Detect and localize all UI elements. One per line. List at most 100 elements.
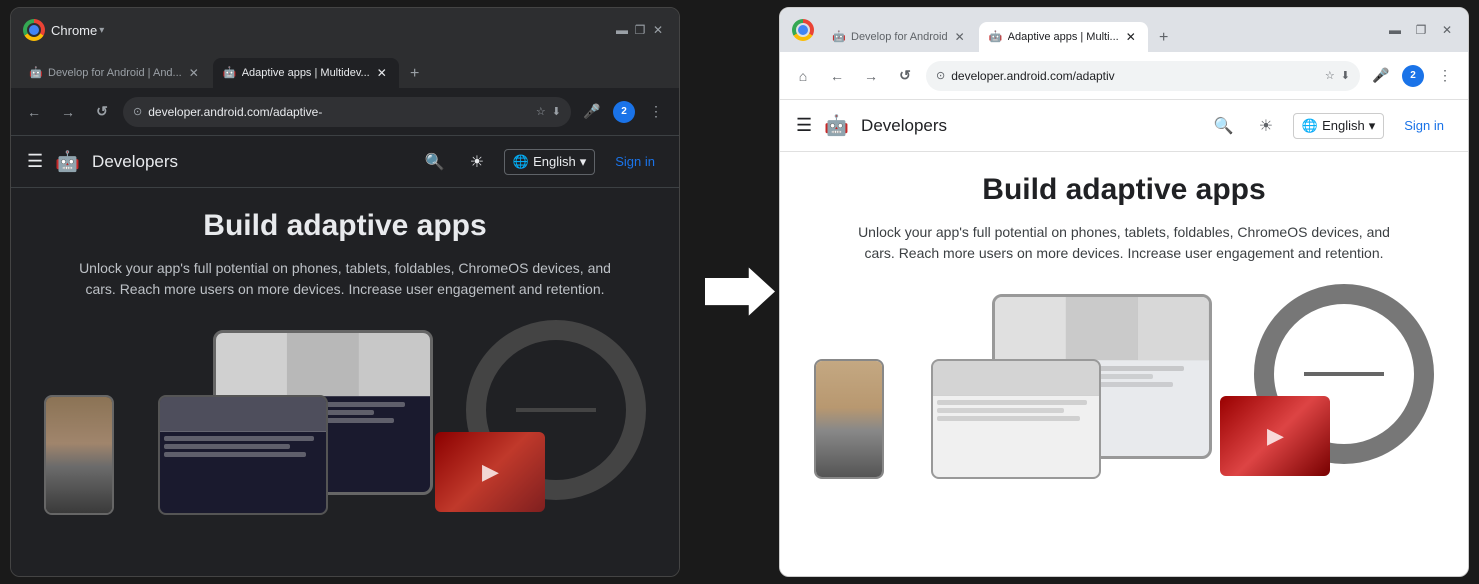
left-browser-window: Chrome ▾ ▬ ❐ ✕ 🤖 Develop for Android | A… [10, 7, 680, 577]
left-tab-develop[interactable]: 🤖 Develop for Android | And... ✕ [19, 58, 211, 88]
right-hamburger-icon[interactable]: ☰ [796, 115, 812, 136]
left-device-area: ▶ [11, 320, 679, 520]
reload-button[interactable]: ↺ [89, 99, 115, 125]
left-device-mockup: ▶ [11, 320, 679, 520]
left-lang-dropdown-icon: ▾ [580, 154, 587, 170]
right-tablet-sec-screen [933, 361, 1099, 477]
bookmark-icon[interactable]: ☆ [536, 105, 546, 118]
right-address-bar: ⌂ ← → ↺ ⊙ developer.android.com/adaptiv … [780, 52, 1468, 100]
right-cell-1 [995, 297, 1066, 360]
right-close-develop[interactable]: ✕ [953, 30, 967, 44]
left-cell-1 [216, 333, 287, 396]
menu-button[interactable]: ⋮ [643, 99, 669, 125]
left-hero-section: Build adaptive apps Unlock your app's fu… [11, 188, 679, 310]
left-search-button[interactable]: 🔍 [420, 147, 450, 177]
arrow-svg [705, 264, 775, 319]
left-video-card: ▶ [435, 432, 545, 512]
right-device-area: ▶ [780, 284, 1468, 484]
right-lock-icon: ⊙ [936, 69, 945, 82]
back-button[interactable]: ← [21, 99, 47, 125]
right-home-button[interactable]: ⌂ [790, 63, 816, 89]
tab-close-adaptive[interactable]: ✕ [375, 66, 389, 80]
left-sec-line-1 [164, 436, 314, 441]
left-sign-in-button[interactable]: Sign in [607, 150, 663, 173]
left-tab-adaptive[interactable]: 🤖 Adaptive apps | Multidev... ✕ [213, 58, 399, 88]
right-url-text: developer.android.com/adaptiv [951, 69, 1319, 83]
left-sec-line-3 [164, 452, 306, 457]
right-mic-button[interactable]: 🎤 [1368, 63, 1394, 89]
left-phone-small [44, 395, 114, 515]
right-theme-toggle[interactable]: ☀ [1251, 111, 1281, 141]
right-download-icon[interactable]: ⬇ [1341, 69, 1350, 82]
tab-title-develop: Develop for Android | And... [48, 67, 182, 79]
right-url-bar[interactable]: ⊙ developer.android.com/adaptiv ☆ ⬇ [926, 61, 1360, 91]
left-android-icon: 🤖 [55, 149, 80, 174]
left-site-content: ☰ 🤖 Developers 🔍 ☀ 🌐 English ▾ Sign in B… [11, 136, 679, 576]
right-tab-adaptive[interactable]: 🤖 Adaptive apps | Multi... ✕ [979, 22, 1148, 52]
left-cell-3 [359, 333, 430, 396]
close-button[interactable]: ✕ [649, 21, 667, 39]
right-title-develop: Develop for Android [851, 31, 948, 43]
minimize-button[interactable]: ▬ [613, 21, 631, 39]
right-forward-button[interactable]: → [858, 63, 884, 89]
right-site-nav: ☰ 🤖 Developers 🔍 ☀ 🌐 English ▾ Sign in [780, 100, 1468, 152]
right-hero-title: Build adaptive apps [810, 172, 1438, 208]
add-tab-button[interactable]: + [401, 60, 429, 88]
right-tablet-sec-bottom [933, 396, 1099, 477]
right-menu-button[interactable]: ⋮ [1432, 63, 1458, 89]
right-play-icon: ▶ [1220, 396, 1330, 476]
right-title-bar: 🤖 Develop for Android ✕ 🤖 Adaptive apps … [780, 8, 1468, 52]
right-sec-line-1 [937, 400, 1087, 405]
right-chrome-logo-icon [792, 19, 814, 41]
left-tab-bar: 🤖 Develop for Android | And... ✕ 🤖 Adapt… [11, 52, 679, 88]
main-container: Chrome ▾ ▬ ❐ ✕ 🤖 Develop for Android | A… [0, 0, 1479, 584]
right-phone-small [814, 359, 884, 479]
left-tablet-row [216, 333, 430, 397]
left-tablet-secondary [158, 395, 328, 515]
right-site-content: ☰ 🤖 Developers 🔍 ☀ 🌐 English ▾ Sign in B… [780, 100, 1468, 576]
right-sign-in-button[interactable]: Sign in [1396, 114, 1452, 137]
left-phone-screen [46, 397, 112, 513]
right-lang-dropdown-icon: ▾ [1369, 118, 1376, 134]
download-icon[interactable]: ⬇ [552, 105, 561, 118]
left-tablet-sec-screen [160, 397, 326, 513]
tab-close-develop[interactable]: ✕ [187, 66, 201, 80]
left-dropdown-icon[interactable]: ▾ [99, 25, 104, 36]
left-hamburger-icon[interactable]: ☰ [27, 151, 43, 172]
left-address-bar: ← → ↺ ⊙ developer.android.com/adaptive- … [11, 88, 679, 136]
left-lang-button[interactable]: 🌐 English ▾ [504, 149, 595, 175]
right-tab-develop[interactable]: 🤖 Develop for Android ✕ [822, 22, 977, 52]
tab-favicon-adaptive: 🤖 [223, 66, 237, 80]
right-add-tab-button[interactable]: + [1150, 24, 1178, 52]
maximize-button[interactable]: ❐ [631, 21, 649, 39]
right-close-button[interactable]: ✕ [1438, 21, 1456, 39]
mic-button[interactable]: 🎤 [579, 99, 605, 125]
right-minimize-button[interactable]: ▬ [1386, 21, 1404, 39]
left-sec-line-2 [164, 444, 290, 449]
right-lang-button[interactable]: 🌐 English ▾ [1293, 113, 1384, 139]
left-title-bar: Chrome ▾ ▬ ❐ ✕ [11, 8, 679, 52]
left-hero-title: Build adaptive apps [41, 208, 649, 244]
url-bar[interactable]: ⊙ developer.android.com/adaptive- ☆ ⬇ [123, 97, 571, 127]
right-profile-button[interactable]: 2 [1402, 65, 1424, 87]
right-globe-icon: 🌐 [1302, 118, 1318, 134]
right-maximize-button[interactable]: ❐ [1412, 21, 1430, 39]
right-search-button[interactable]: 🔍 [1209, 111, 1239, 141]
profile-button[interactable]: 2 [613, 101, 635, 123]
left-theme-toggle[interactable]: ☀ [462, 147, 492, 177]
left-globe-icon: 🌐 [513, 154, 529, 170]
right-back-button[interactable]: ← [824, 63, 850, 89]
right-browser-window: 🤖 Develop for Android ✕ 🤖 Adaptive apps … [779, 7, 1469, 577]
left-lang-text: English [533, 154, 576, 169]
chrome-logo-icon [23, 19, 45, 41]
right-close-adaptive[interactable]: ✕ [1124, 30, 1138, 44]
right-lang-text: English [1322, 118, 1365, 133]
right-cell-2 [1066, 297, 1137, 360]
right-reload-button[interactable]: ↺ [892, 63, 918, 89]
forward-button[interactable]: → [55, 99, 81, 125]
lock-icon: ⊙ [133, 105, 142, 118]
right-device-mockup: ▶ [780, 284, 1468, 484]
left-site-nav: ☰ 🤖 Developers 🔍 ☀ 🌐 English ▾ Sign in [11, 136, 679, 188]
right-bookmark-icon[interactable]: ☆ [1325, 69, 1335, 82]
url-text: developer.android.com/adaptive- [148, 105, 530, 119]
